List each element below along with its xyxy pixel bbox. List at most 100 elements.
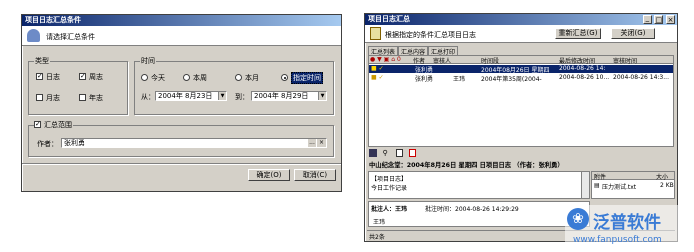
- summary-conditions-dialog: 项目日志汇总条件 请选择汇总条件 类型 ✓ 日志 ✓ 周志 月志 年志 时间 今…: [21, 14, 342, 192]
- cancel-button[interactable]: 取消(C): [294, 169, 336, 181]
- to-date-value: 2004年 8月29日: [254, 92, 309, 100]
- header-prompt: 请选择汇总条件: [46, 33, 95, 41]
- row-check-icon[interactable]: ■ ✓: [371, 74, 384, 81]
- author-input[interactable]: 张利勇 ... ×: [61, 138, 327, 148]
- row-reviewer: 王玮: [453, 76, 466, 83]
- approver-note: 王玮: [373, 219, 386, 226]
- col-modified[interactable]: 最后修改时间: [559, 56, 595, 65]
- type-group-label: 类型: [34, 56, 50, 66]
- attachments-panel: 附件 大小 ▤ 压力测试.txt 2 KB: [591, 171, 675, 199]
- browse-button[interactable]: ...: [308, 139, 316, 147]
- weekly-checkbox[interactable]: ✓: [79, 73, 86, 80]
- custom-time-radio[interactable]: [281, 74, 288, 81]
- scope-group-header: ✓ 汇总范围: [34, 120, 73, 130]
- yearly-checkbox[interactable]: [79, 94, 86, 101]
- to-dropdown-icon[interactable]: ▼: [318, 92, 326, 100]
- regenerate-button[interactable]: 重新汇总(G): [555, 28, 601, 39]
- attach-col-name[interactable]: 附件: [594, 172, 606, 181]
- watermark: ❀ 泛普软件 www.fanpusoft.com: [565, 205, 693, 251]
- dialog-title: 项目日志汇总条件: [22, 15, 341, 26]
- row-author: 张利勇: [415, 67, 434, 74]
- tab-bar: 汇总列表 汇总内容 汇总打印: [368, 46, 459, 56]
- scope-group-label: 汇总范围: [44, 121, 72, 129]
- find-icon[interactable]: ⚲: [383, 149, 391, 157]
- approver-label: 批注人：王玮: [371, 206, 408, 213]
- table-header: ● ▼ ▣ ⌂ 0 作者 审核人 时间段 最后修改时间 审核时间: [369, 56, 673, 65]
- window-controls: _ □ ×: [642, 15, 675, 24]
- minimize-button[interactable]: _: [642, 15, 652, 24]
- scope-checkbox[interactable]: ✓: [34, 121, 41, 128]
- yearly-label: 年志: [89, 94, 103, 102]
- col-period[interactable]: 时间段: [481, 56, 499, 65]
- save-icon[interactable]: [369, 149, 377, 157]
- daily-label: 日志: [46, 73, 60, 81]
- users-icon: [27, 29, 40, 42]
- col-reviewer[interactable]: 审核人: [433, 56, 451, 65]
- window-header-prompt: 根据指定的条件汇总项目日志: [385, 31, 476, 39]
- ok-button[interactable]: 确定(O): [248, 169, 290, 181]
- from-dropdown-icon[interactable]: ▼: [218, 92, 226, 100]
- separator: [22, 163, 341, 165]
- row-period: 2004年08月26日 星期四: [481, 67, 550, 74]
- today-radio[interactable]: [141, 74, 148, 81]
- this-month-radio[interactable]: [235, 74, 242, 81]
- row-modified: 2004-08-26 10...: [559, 74, 610, 81]
- dialog-header: 请选择汇总条件: [22, 26, 341, 46]
- scope-group: ✓ 汇总范围 作者： 张利勇 ... ×: [28, 120, 334, 157]
- notepad-icon: [370, 27, 381, 40]
- approval-panel: 批注人：王玮 批注时间：2004-08-26 14:29:29 王玮: [368, 201, 590, 227]
- content-scrollbar[interactable]: [581, 172, 589, 198]
- time-group-label: 时间: [140, 56, 156, 66]
- attach-header-bar: 附件 大小: [592, 172, 674, 181]
- to-date-picker[interactable]: 2004年 8月29日 ▼: [251, 91, 327, 101]
- author-value: 张利勇: [64, 139, 85, 147]
- monthly-checkbox[interactable]: [36, 94, 43, 101]
- close-window-button[interactable]: ×: [666, 15, 675, 24]
- window-title: 项目日志汇总: [365, 14, 677, 25]
- window-header: 根据指定的条件汇总项目日志 重新汇总(G) 关闭(G): [365, 25, 677, 43]
- custom-time-label: 指定时间: [291, 72, 323, 84]
- col-reviewed[interactable]: 审核时间: [613, 56, 637, 65]
- brand-logo-icon: ❀: [567, 208, 589, 230]
- monthly-label: 月志: [46, 94, 60, 102]
- type-group: 类型 ✓ 日志 ✓ 周志 月志 年志: [28, 56, 128, 115]
- daily-checkbox[interactable]: ✓: [36, 73, 43, 80]
- col-author[interactable]: 作者: [413, 56, 425, 65]
- table-row[interactable]: ■ ✓ 张利勇 王玮 2004年第35周(2004- 2004-08-26 10…: [369, 74, 673, 83]
- from-date-value: 2004年 8月23日: [158, 92, 213, 100]
- close-button[interactable]: 关闭(G): [611, 28, 655, 39]
- summary-heading: 中山纪念堂：2004年8月26日 星期四 日项目日志 （作者：张利勇）: [369, 162, 564, 169]
- status-icons: ● ▼ ▣ ⌂ 0: [370, 56, 401, 63]
- file-icon: ▤: [594, 182, 600, 189]
- row-author: 张利勇: [415, 76, 434, 83]
- approve-time-label: 批注时间：2004-08-26 14:29:29: [425, 206, 519, 213]
- table-row[interactable]: ■ ✓ 张利勇 2004年08月26日 星期四 2004-08-26 14:: [369, 65, 673, 74]
- content-title: 【项目日志】: [371, 176, 408, 183]
- pdf-icon[interactable]: [408, 149, 416, 157]
- status-count: 共2条: [369, 234, 385, 241]
- log-content-panel: 【项目日志】 今日工作记录: [368, 171, 590, 199]
- summary-table: ● ▼ ▣ ⌂ 0 作者 审核人 时间段 最后修改时间 审核时间 ■ ✓ 张利勇…: [368, 55, 674, 147]
- author-label: 作者：: [37, 140, 58, 148]
- from-label: 从：: [141, 93, 155, 101]
- attachment-name[interactable]: 压力测试.txt: [602, 182, 636, 191]
- this-week-label: 本周: [193, 74, 207, 82]
- weekly-label: 周志: [89, 73, 103, 81]
- content-body: 今日工作记录: [371, 185, 408, 192]
- row-period: 2004年第35周(2004-: [481, 76, 542, 83]
- this-month-label: 本月: [245, 74, 259, 82]
- today-label: 今天: [151, 74, 165, 82]
- from-date-picker[interactable]: 2004年 8月23日 ▼: [155, 91, 227, 101]
- attachment-size: 2 KB: [660, 182, 674, 189]
- detail-toolbar: ⚲: [369, 149, 416, 158]
- row-check-icon[interactable]: ■ ✓: [371, 65, 384, 72]
- brand-name: 泛普软件: [593, 213, 661, 233]
- this-week-radio[interactable]: [183, 74, 190, 81]
- attach-col-size[interactable]: 大小: [656, 172, 668, 181]
- preview-icon[interactable]: [396, 149, 404, 157]
- clear-button[interactable]: ×: [317, 139, 326, 147]
- maximize-button[interactable]: □: [654, 15, 664, 24]
- brand-url: www.fanpusoft.com: [573, 235, 662, 245]
- to-label: 到：: [235, 93, 249, 101]
- row-modified: 2004-08-26 14:: [559, 65, 606, 72]
